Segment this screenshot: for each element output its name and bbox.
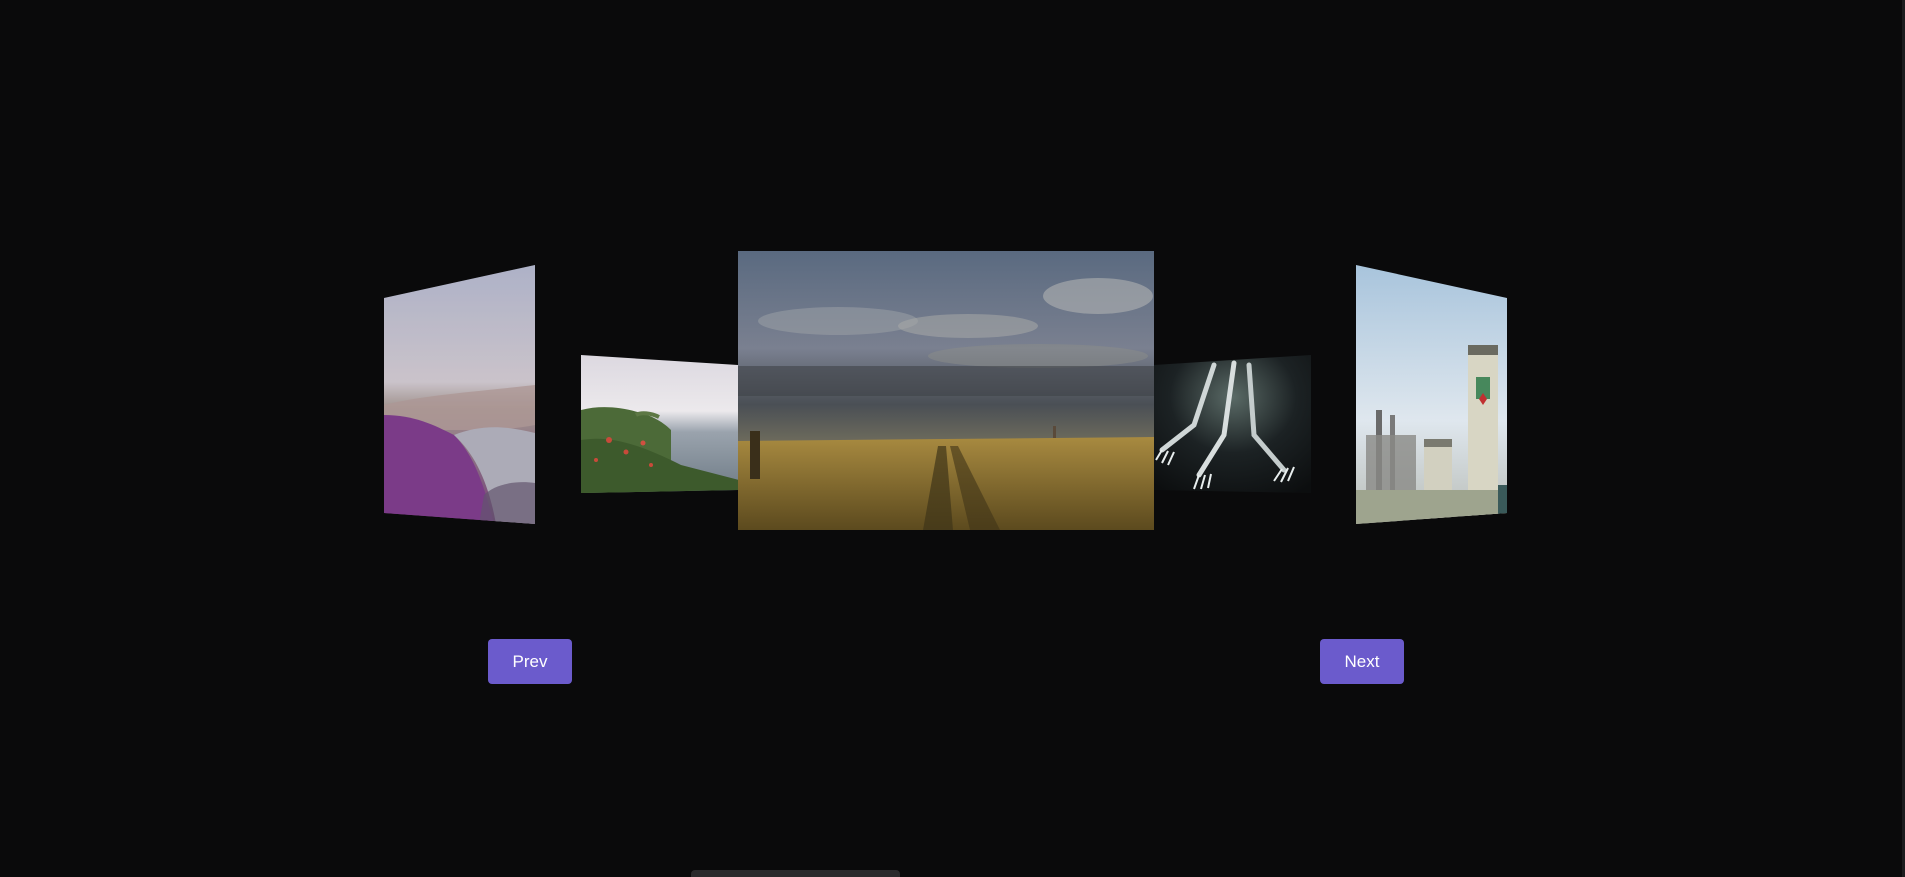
slide-far-right[interactable] xyxy=(1356,265,1510,525)
slide-right[interactable] xyxy=(1154,355,1312,495)
coastal-valley-photo xyxy=(384,265,535,524)
page: Prev Next xyxy=(0,0,1905,877)
image-carousel xyxy=(0,0,1905,877)
forks-photo xyxy=(1154,355,1311,493)
slide-center[interactable] xyxy=(738,251,1154,530)
next-button[interactable]: Next xyxy=(1320,639,1404,684)
seaside-cliff-photo xyxy=(581,355,738,493)
slide-left[interactable] xyxy=(581,355,739,495)
industrial-silo-photo xyxy=(1356,265,1507,524)
horizontal-scrollbar-thumb[interactable] xyxy=(691,870,900,877)
grassland-path-photo xyxy=(738,251,1154,530)
slide-far-left[interactable] xyxy=(384,265,538,525)
prev-button[interactable]: Prev xyxy=(488,639,572,684)
